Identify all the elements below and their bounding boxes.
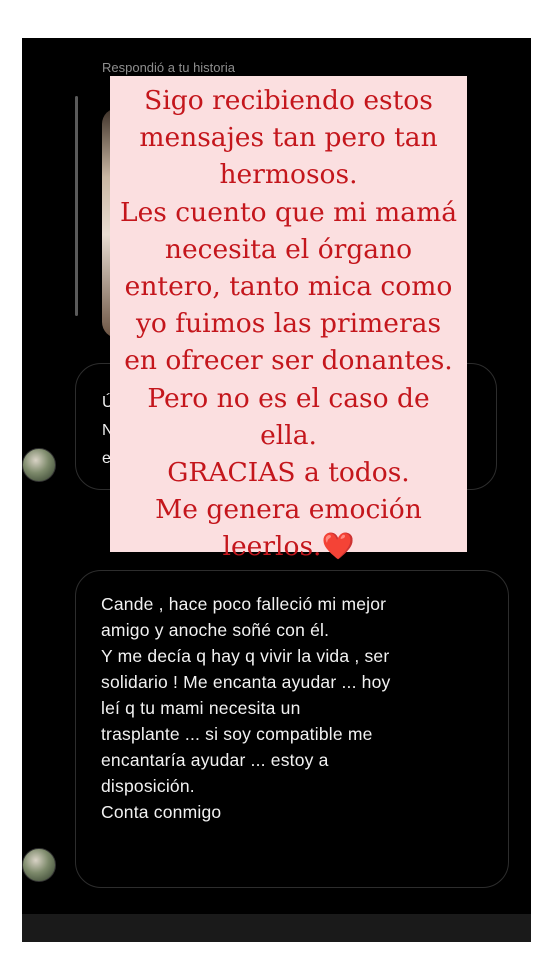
story-reply-bar <box>75 96 78 316</box>
story-reply-label: Respondió a tu historia <box>102 60 235 75</box>
avatar[interactable] <box>22 448 56 482</box>
overlay-text: Sigo recibiendo estos mensajes tan pero … <box>119 85 457 563</box>
avatar[interactable] <box>22 848 56 882</box>
message-text: Cande , hace poco falleció mi mejor amig… <box>101 594 391 822</box>
composer-strip <box>22 914 531 942</box>
message-bubble[interactable]: Cande , hace poco falleció mi mejor amig… <box>75 570 509 888</box>
story-text-overlay: Sigo recibiendo estos mensajes tan pero … <box>110 76 467 562</box>
